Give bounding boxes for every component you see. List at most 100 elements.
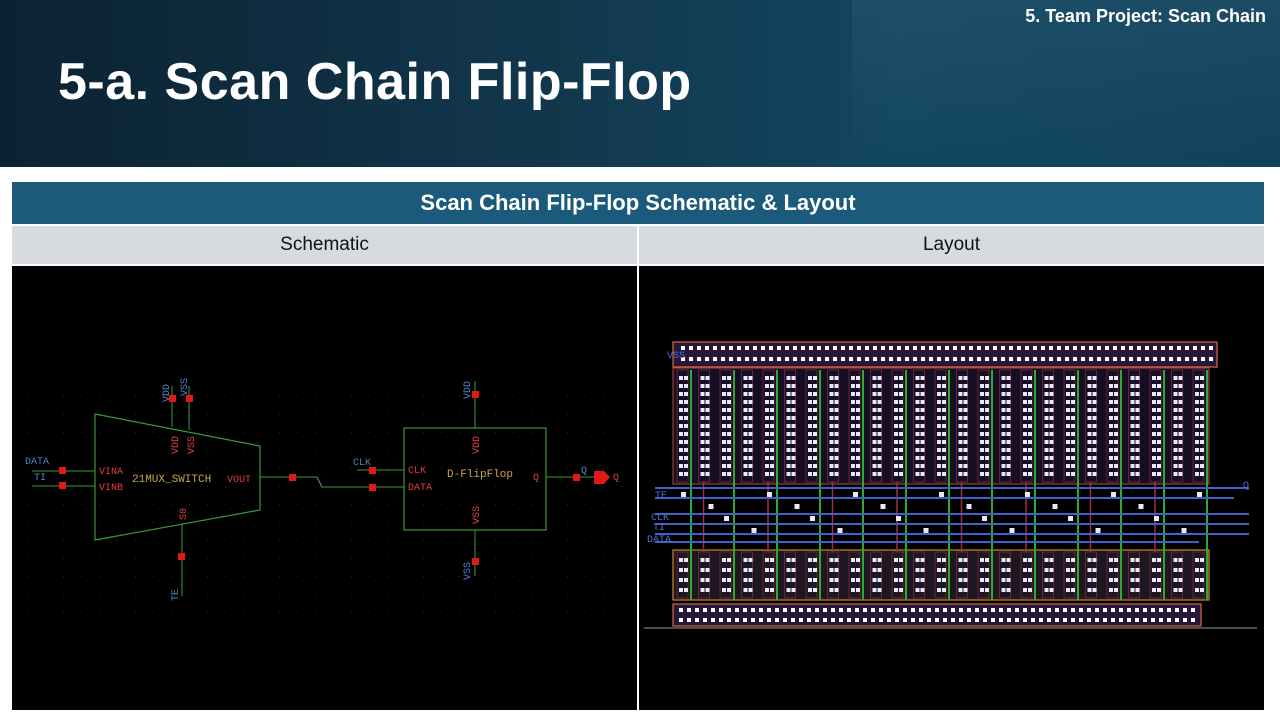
- layout-contact: [1028, 432, 1032, 436]
- layout-contact: [1130, 472, 1135, 476]
- layout-label-ti: TI: [653, 523, 665, 534]
- layout-contact: [1195, 416, 1199, 420]
- grid-dot: [171, 468, 172, 469]
- layout-contact: [743, 440, 748, 444]
- rail-contact: [953, 357, 957, 361]
- layout-contact: [915, 578, 920, 582]
- layout-contact: [1087, 384, 1092, 388]
- grid-dot: [531, 486, 532, 487]
- layout-contact: [915, 424, 920, 428]
- layout-contact: [808, 464, 812, 468]
- layout-contact: [1114, 440, 1118, 444]
- layout-contact: [748, 376, 753, 380]
- column-header-schematic: Schematic: [12, 226, 637, 264]
- layout-contact: [834, 448, 839, 452]
- layout-contact: [1157, 456, 1161, 460]
- layout-contact: [963, 432, 968, 436]
- grid-dot: [117, 396, 118, 397]
- layout-contact: [1001, 392, 1006, 396]
- layout-contact: [1023, 408, 1027, 412]
- grid-dot: [333, 576, 334, 577]
- layout-contact: [856, 448, 860, 452]
- layout-contact: [1087, 416, 1092, 420]
- grid-dot: [27, 396, 28, 397]
- layout-contact: [958, 384, 963, 388]
- rail-contact: [785, 346, 789, 350]
- via: [1025, 492, 1030, 497]
- layout-contact: [743, 392, 748, 396]
- layout-contact: [748, 432, 753, 436]
- grid-dot: [153, 576, 154, 577]
- layout-contact: [877, 416, 882, 420]
- grid-dot: [513, 450, 514, 451]
- layout-contact: [899, 424, 903, 428]
- layout-contact: [1195, 472, 1199, 476]
- rail-contact: [1201, 357, 1205, 361]
- grid-dot: [423, 540, 424, 541]
- layout-contact: [872, 578, 877, 582]
- layout-contact: [1044, 588, 1049, 592]
- grid-dot: [135, 396, 136, 397]
- grid-dot: [99, 612, 100, 613]
- layout-contact: [1114, 558, 1118, 562]
- grid-dot: [99, 450, 100, 451]
- grid-dot: [567, 468, 568, 469]
- grid-dot: [63, 594, 64, 595]
- grid-dot: [423, 450, 424, 451]
- grid-dot: [225, 540, 226, 541]
- rail-contact: [1071, 608, 1075, 612]
- grid-dot: [153, 450, 154, 451]
- layout-contact: [829, 400, 834, 404]
- layout-contact: [920, 408, 925, 412]
- layout-contact: [894, 588, 898, 592]
- layout-contact: [1109, 408, 1113, 412]
- layout-contact: [985, 448, 989, 452]
- grid-dot: [423, 504, 424, 505]
- grid-dot: [45, 522, 46, 523]
- layout-contact: [1173, 472, 1178, 476]
- layout-contact: [1049, 568, 1054, 572]
- layout-contact: [1087, 578, 1092, 582]
- layout-contact: [1130, 568, 1135, 572]
- layout-contact: [1092, 464, 1097, 468]
- rail-contact: [887, 608, 891, 612]
- layout-contact: [963, 578, 968, 582]
- layout-contact: [915, 464, 920, 468]
- grid-dot: [513, 504, 514, 505]
- rail-contact: [703, 608, 707, 612]
- grid-dot: [135, 522, 136, 523]
- grid-dot: [531, 450, 532, 451]
- layout-contact: [1066, 568, 1070, 572]
- rail-contact: [1031, 608, 1035, 612]
- layout-contact: [915, 432, 920, 436]
- grid-dot: [459, 612, 460, 613]
- rail-contact: [935, 618, 939, 622]
- layout-contact: [1195, 456, 1199, 460]
- grid-dot: [243, 522, 244, 523]
- layout-contact: [1071, 588, 1075, 592]
- layout-contact: [1152, 440, 1156, 444]
- layout-contact: [1087, 400, 1092, 404]
- layout-contact: [765, 464, 769, 468]
- layout-contact: [958, 456, 963, 460]
- grid-dot: [387, 576, 388, 577]
- grid-dot: [135, 414, 136, 415]
- rail-contact: [945, 346, 949, 350]
- layout-contact: [1135, 400, 1140, 404]
- rail-contact: [1161, 346, 1165, 350]
- layout-contact: [1066, 384, 1070, 388]
- layout-contact: [1195, 384, 1199, 388]
- pin: [178, 553, 185, 560]
- layout-contact: [920, 384, 925, 388]
- vss-rail: [672, 603, 1202, 627]
- layout-contact: [1066, 440, 1070, 444]
- net-dff-vss: VSS: [463, 562, 474, 580]
- rail-contact: [1017, 357, 1021, 361]
- rail-contact: [1135, 608, 1139, 612]
- rail-contact: [817, 346, 821, 350]
- layout-contact: [727, 392, 731, 396]
- grid-dot: [513, 396, 514, 397]
- rail-contact: [985, 357, 989, 361]
- grid-dot: [207, 486, 208, 487]
- grid-dot: [513, 522, 514, 523]
